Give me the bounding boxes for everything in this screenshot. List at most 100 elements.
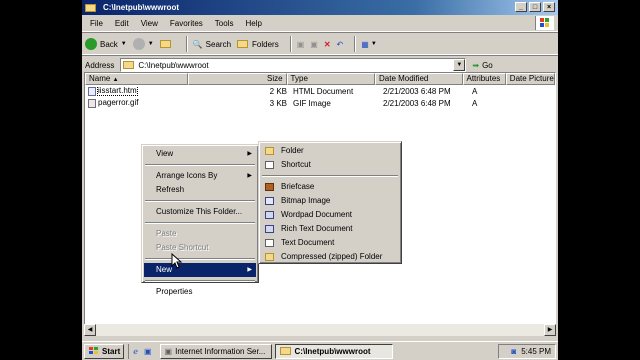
menu-item-new-wordpad[interactable]: Wordpad Document (261, 208, 399, 222)
menu-favorites[interactable]: Favorites (164, 19, 209, 28)
menu-file[interactable]: File (84, 19, 109, 28)
scroll-track[interactable] (96, 324, 544, 336)
move-to-button[interactable]: ▣ (297, 40, 305, 49)
standard-toolbar: Back ▼ ▼ 🔍 Search Folders ▣ ▣ ✕ ↶ ▦ ▼ (82, 34, 558, 55)
new-submenu: Folder Shortcut Briefcase Bitmap Image W… (258, 141, 402, 264)
column-attributes[interactable]: Attributes (462, 73, 506, 85)
scroll-right-button[interactable]: ▶ (544, 324, 556, 336)
chevron-down-icon: ▼ (370, 41, 377, 47)
maximize-button[interactable]: □ (529, 2, 541, 12)
address-dropdown-button[interactable]: ▼ (453, 59, 466, 71)
forward-button[interactable]: ▼ (132, 38, 154, 50)
wordpad-icon (265, 211, 274, 219)
html-file-icon (88, 86, 96, 96)
copy-to-button[interactable]: ▣ (310, 40, 318, 49)
taskbar-item-explorer[interactable]: C:\Inetpub\wwwroot (274, 343, 393, 359)
menu-item-label: New (156, 265, 173, 274)
taskbar-divider (128, 343, 130, 359)
taskbar: Start ℯ ▣ ▣ Internet Information Ser... … (82, 341, 558, 360)
menu-item-new-bitmap[interactable]: Bitmap Image (261, 194, 399, 208)
column-date-picture[interactable]: Date Picture (505, 73, 555, 85)
internet-explorer-quicklaunch-icon[interactable]: ℯ (133, 347, 138, 356)
go-label: Go (482, 60, 493, 70)
submenu-arrow-icon: ▶ (247, 173, 252, 179)
folder-icon (123, 61, 135, 69)
menu-edit[interactable]: Edit (109, 19, 135, 28)
toolbar-divider (289, 36, 292, 52)
menu-item-new-briefcase[interactable]: Briefcase (261, 180, 399, 194)
folder-icon (85, 3, 96, 12)
context-menu: View ▶ Arrange Icons By ▶ Refresh Customiz… (141, 144, 259, 296)
views-button[interactable]: ▦ ▼ (361, 40, 377, 49)
search-button[interactable]: 🔍 Search (193, 40, 231, 49)
column-name[interactable]: Name ▲ (85, 73, 189, 85)
forward-arrow-icon (132, 38, 145, 50)
close-button[interactable]: × (543, 2, 555, 12)
menu-view[interactable]: View (135, 19, 164, 28)
start-label: Start (102, 346, 121, 356)
column-type[interactable]: Type (286, 73, 376, 85)
go-button[interactable]: ➡ Go (472, 61, 492, 70)
undo-button[interactable]: ↶ (337, 40, 344, 49)
menu-tools[interactable]: Tools (209, 19, 240, 28)
title-bar[interactable]: C:\Inetpub\wwwroot _ □ × (82, 0, 558, 15)
column-size[interactable]: Size (188, 73, 287, 85)
menu-item-view[interactable]: View ▶ (144, 147, 256, 161)
windows-logo-icon (535, 16, 554, 30)
up-folder-button[interactable] (159, 40, 175, 48)
file-size: 2 KB (269, 86, 287, 96)
menu-item-label: Rich Text Document (281, 224, 353, 233)
minimize-button[interactable]: _ (515, 2, 527, 12)
delete-button[interactable]: ✕ (324, 40, 331, 49)
menu-item-properties[interactable]: Properties (144, 285, 256, 299)
menu-item-arrange-icons[interactable]: Arrange Icons By ▶ (144, 169, 256, 183)
menu-item-label: Compressed (zipped) Folder (281, 252, 383, 261)
table-row[interactable]: iisstart.htm 2 KB HTML Document 2/21/200… (85, 85, 555, 97)
clock[interactable]: 5:45 PM (521, 347, 551, 356)
explorer-window: C:\Inetpub\wwwroot _ □ × File Edit View … (82, 0, 558, 341)
toolbar-divider (354, 36, 357, 52)
back-label: Back (100, 39, 118, 49)
system-tray: ◙ 5:45 PM (498, 344, 556, 359)
column-date-modified[interactable]: Date Modified (375, 73, 463, 85)
server-manager-quicklaunch-icon[interactable]: ▣ (144, 347, 152, 356)
back-arrow-icon (85, 38, 97, 50)
menu-item-label: Shortcut (281, 160, 311, 169)
folder-icon (279, 347, 291, 355)
address-label: Address (85, 60, 115, 70)
menu-separator (145, 222, 255, 224)
views-icon: ▦ (361, 39, 369, 49)
menu-item-customize-folder[interactable]: Customize This Folder... (144, 205, 256, 219)
menu-item-new-zip[interactable]: Compressed (zipped) Folder (261, 250, 399, 264)
sort-ascending-icon: ▲ (112, 77, 119, 83)
menu-item-label: View (156, 149, 174, 158)
back-button[interactable]: Back ▼ (85, 38, 127, 50)
folders-icon (237, 40, 249, 48)
menu-item-new-rich-text[interactable]: Rich Text Document (261, 222, 399, 236)
scroll-left-button[interactable]: ◀ (84, 324, 96, 336)
menu-item-new[interactable]: New ▶ (144, 263, 256, 277)
menu-help[interactable]: Help (239, 19, 267, 28)
file-date: 2/21/2003 6:48 PM (383, 86, 451, 96)
menu-item-new-shortcut[interactable]: Shortcut (261, 158, 399, 172)
table-row[interactable]: pagerror.gif 3 KB GIF Image 2/21/2003 6:… (85, 97, 555, 109)
start-button[interactable]: Start (84, 343, 125, 359)
file-name: pagerror.gif (98, 98, 139, 108)
menu-item-new-text[interactable]: Text Document (261, 236, 399, 250)
network-icon[interactable]: ◙ (511, 347, 516, 356)
zip-folder-icon (265, 253, 274, 261)
menu-item-label: Briefcase (281, 182, 315, 191)
menu-item-refresh[interactable]: Refresh (144, 183, 256, 197)
go-arrow-icon: ➡ (472, 60, 480, 70)
menu-item-label: Paste Shortcut (156, 243, 209, 252)
column-headers: Name ▲ Size Type Date Modified Attribute… (85, 73, 555, 85)
windows-logo-icon (89, 347, 98, 354)
undo-icon: ↶ (336, 39, 344, 49)
menu-separator (262, 175, 398, 177)
address-input[interactable]: C:\Inetpub\wwwroot ▼ (120, 58, 467, 72)
folders-button[interactable]: Folders (237, 40, 279, 49)
menu-item-new-folder[interactable]: Folder (261, 144, 399, 158)
taskbar-item-iis[interactable]: ▣ Internet Information Ser... (159, 343, 272, 359)
rich-text-icon (265, 225, 274, 233)
horizontal-scrollbar[interactable]: ◀ ▶ (84, 324, 556, 336)
